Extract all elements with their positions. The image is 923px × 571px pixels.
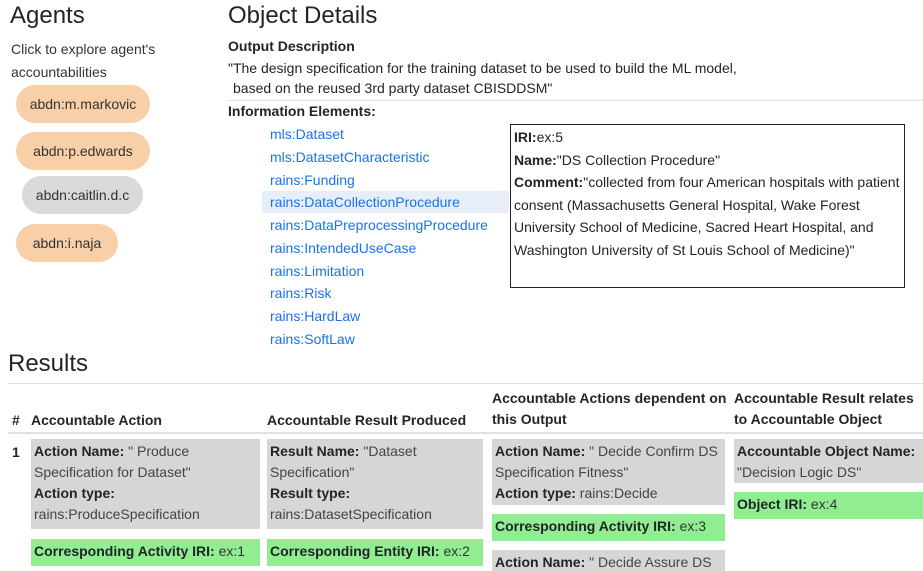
result-entity-iri-label: Corresponding Entity IRI: [270,543,440,559]
info-element-soft-law[interactable]: rains:SoftLaw [262,328,355,350]
results-divider [8,383,923,384]
output-description-line2: based on the reused 3rd party dataset CB… [233,80,553,96]
info-element-hard-law[interactable]: rains:HardLaw [262,305,360,327]
output-description-line1: "The design specification for the traini… [228,60,737,76]
results-title: Results [8,350,89,377]
dependent-action-card: Action Name: " Decide Confirm DS Specifi… [492,439,725,505]
result-type-value: rains:DatasetSpecification [270,506,432,522]
info-element-intended-use-case[interactable]: rains:IntendedUseCase [262,237,416,259]
info-element-dataset-characteristic[interactable]: mls:DatasetCharacteristic [262,146,430,168]
info-element-limitation[interactable]: rains:Limitation [262,260,364,282]
detail-iri-value: ex:5 [536,129,564,145]
dependent-activity-iri: Corresponding Activity IRI: ex:3 [492,514,725,541]
column-header-result: Accountable Result Produced [267,412,467,428]
detail-name-value: "DS Collection Procedure" [556,151,721,168]
result-type-label: Result type: [270,485,351,501]
action-type-label: Action type: [34,485,115,501]
agent-pill-markovic[interactable]: abdn:m.markovic [16,85,150,123]
dependent-action-name-label: Action Name: [495,443,586,459]
column-header-action: Accountable Action [31,412,162,428]
detail-comment-label: Comment: [514,174,584,190]
accountable-object-label: Accountable Object Name: [737,443,916,459]
column-header-num: # [12,412,20,428]
action-name-label: Action Name: [34,443,125,459]
info-element-dataset[interactable]: mls:Dataset [262,123,344,145]
result-card: Result Name: "Dataset Specification" Res… [267,439,483,529]
dependent-action-2-name-label: Action Name: [495,554,586,570]
object-iri: Object IRI: ex:4 [734,492,923,519]
action-card: Action Name: " Produce Specification for… [31,439,260,529]
element-detail-box: IRI:ex:5 Name:"DS Collection Procedure" … [510,124,905,288]
dependent-action-2-name-value: " Decide Assure DS [589,554,712,570]
output-description-divider [228,100,923,101]
action-activity-iri-label: Corresponding Activity IRI: [34,543,215,559]
information-elements-label: Information Elements: [228,103,376,119]
column-header-relates: Accountable Result relates to Accountabl… [734,390,914,427]
result-entity-iri: Corresponding Entity IRI: ex:2 [267,539,483,566]
object-iri-value: ex:4 [810,496,838,512]
agents-title: Agents [10,2,85,29]
result-name-label: Result Name: [270,443,360,459]
agent-pill-caitlin[interactable]: abdn:caitlin.d.c [22,176,143,214]
info-element-data-preprocessing-procedure[interactable]: rains:DataPreprocessingProcedure [262,214,488,236]
row-number: 1 [12,444,20,460]
result-entity-iri-value: ex:2 [443,543,470,559]
info-element-risk[interactable]: rains:Risk [262,282,331,304]
action-activity-iri-value: ex:1 [218,543,246,559]
dependent-activity-iri-value: ex:3 [679,518,707,534]
object-iri-label: Object IRI: [737,496,808,512]
action-activity-iri: Corresponding Activity IRI: ex:1 [31,539,260,566]
action-type-value: rains:ProduceSpecification [34,506,200,522]
info-element-funding[interactable]: rains:Funding [262,169,355,191]
detail-iri-label: IRI: [514,129,537,145]
table-header-divider [8,432,923,434]
accountable-object-card: Accountable Object Name: "Decision Logic… [734,439,923,483]
dependent-activity-iri-label: Corresponding Activity IRI: [495,518,676,534]
object-details-title: Object Details [228,2,378,29]
agent-pill-naja[interactable]: abdn:i.naja [16,224,118,262]
agents-hint: Click to explore agent's accountabilitie… [11,41,156,80]
dependent-action-card-2: Action Name: " Decide Assure DS [492,550,725,571]
column-header-dependent: Accountable Actions dependent on this Ou… [492,390,727,427]
dependent-action-type-value: rains:Decide [579,485,658,501]
agent-pill-edwards[interactable]: abdn:p.edwards [16,132,150,170]
accountable-object-value: "Decision Logic DS" [737,464,862,480]
info-element-data-collection-procedure[interactable]: rains:DataCollectionProcedure [262,191,509,213]
dependent-action-type-label: Action type: [495,485,576,501]
output-description-label: Output Description [228,38,355,54]
detail-name-label: Name: [514,151,557,168]
